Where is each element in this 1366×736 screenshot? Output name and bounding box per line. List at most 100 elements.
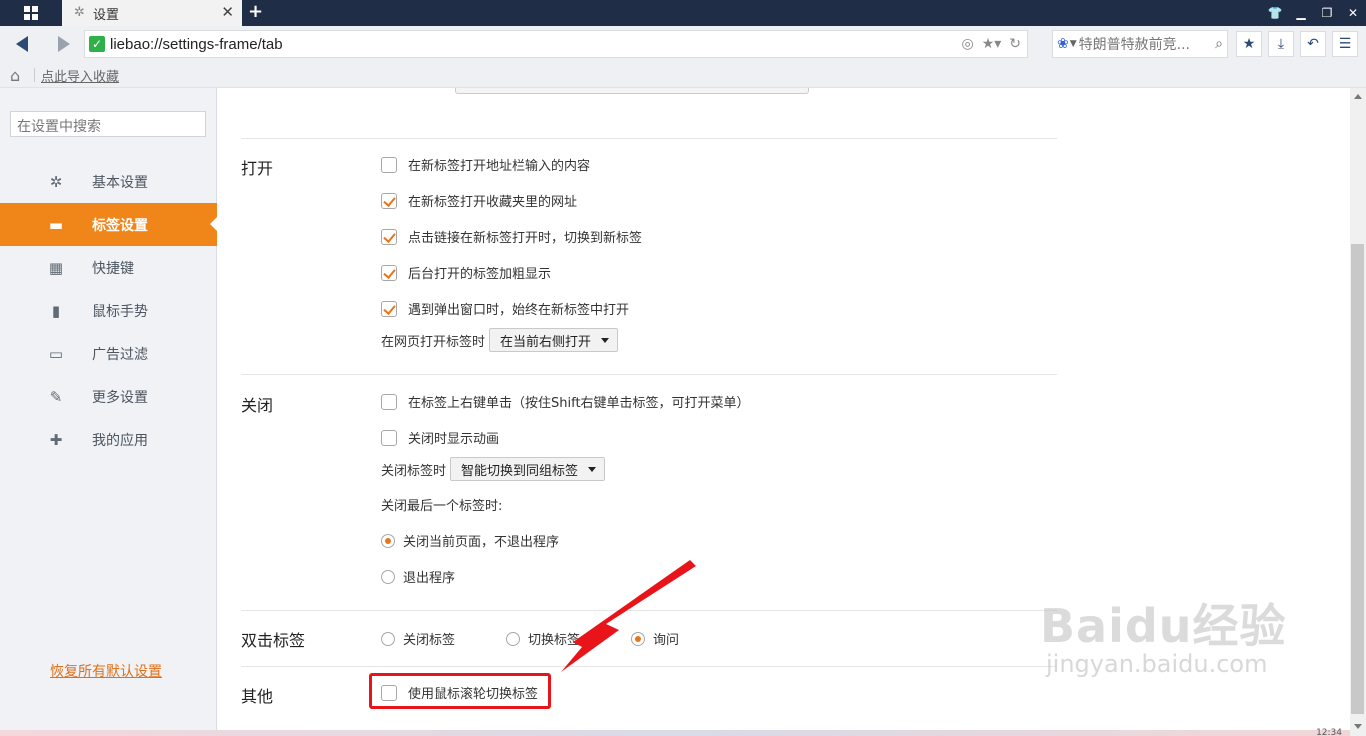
restore-button[interactable]: ❐ — [1314, 6, 1340, 20]
radio-button[interactable] — [381, 631, 395, 646]
scroll-down-arrow[interactable] — [1354, 724, 1362, 729]
sidebar-item-more[interactable]: ✎ 更多设置 — [0, 375, 217, 418]
window-controls: 👕 ▁ ❐ ✕ — [1262, 0, 1366, 26]
option-row[interactable]: 遇到弹出窗口时，始终在新标签中打开 — [381, 299, 629, 318]
close-window-button[interactable]: ✕ — [1340, 6, 1366, 20]
skin-icon[interactable]: 👕 — [1262, 6, 1288, 20]
radio-label: 关闭当前页面，不退出程序 — [403, 535, 560, 550]
checkbox[interactable] — [381, 429, 397, 446]
option-label: 在新标签打开地址栏输入的内容 — [408, 159, 591, 174]
watermark: Baidu经验 jingyan.baidu.com — [1040, 590, 1287, 678]
clock: 12:34 — [1316, 728, 1342, 736]
tab-title: 设置 — [93, 7, 120, 23]
scroll-up-arrow[interactable] — [1354, 94, 1362, 99]
sidebar-item-apps[interactable]: ✚ 我的应用 — [0, 418, 217, 461]
scrollbar[interactable] — [1350, 88, 1366, 736]
option-label: 关闭时显示动画 — [408, 432, 500, 447]
option-label: 点击链接在新标签打开时，切换到新标签 — [408, 231, 643, 246]
checkbox[interactable] — [381, 393, 397, 410]
option-label: 在标签上右键单击（按住Shift右键单击标签，可打开菜单） — [408, 396, 750, 411]
sidebar-item-tabs[interactable]: ▬ 标签设置 — [0, 203, 217, 246]
radio-row[interactable]: 关闭标签 — [381, 629, 455, 648]
star-icon: ★ — [1242, 36, 1256, 52]
select-label: 关闭标签时 — [381, 463, 447, 479]
bookmark-star-button[interactable]: ★ — [1236, 31, 1262, 57]
checkbox[interactable] — [381, 300, 397, 317]
radio-row[interactable]: 询问 — [631, 629, 679, 648]
chevron-down-icon[interactable]: ▼ — [1070, 39, 1077, 49]
sidebar-item-basic[interactable]: ✲ 基本设置 — [0, 160, 217, 203]
select-value: 智能切换到同组标签 — [461, 463, 579, 479]
favorite-star-icon[interactable]: ★▾ — [982, 36, 1002, 52]
app-grid-button[interactable] — [0, 0, 62, 26]
divider — [241, 138, 1057, 139]
radio-button[interactable] — [381, 569, 395, 584]
title-bar: ✲ 设置 ✕ + 👕 ▁ ❐ ✕ — [0, 0, 1366, 26]
undo-close-button[interactable]: ↶ — [1300, 31, 1326, 57]
import-bookmarks-link[interactable]: 点此导入收藏 — [41, 66, 119, 85]
checkbox[interactable] — [381, 264, 397, 281]
last-tab-label: 关闭最后一个标签时: — [381, 499, 503, 514]
select-label: 在网页打开标签时 — [381, 334, 486, 350]
minimize-button[interactable]: ▁ — [1288, 6, 1314, 20]
annotation-highlight-box — [369, 673, 551, 709]
section-title-dblclick: 双击标签 — [241, 631, 306, 650]
sidebar-item-label: 更多设置 — [92, 389, 148, 406]
checkbox[interactable] — [381, 192, 397, 209]
keyboard-icon: ▦ — [48, 258, 64, 277]
section-title-open: 打开 — [241, 159, 274, 178]
radio-button[interactable] — [631, 631, 645, 646]
close-behavior-select[interactable]: 智能切换到同组标签 — [450, 457, 606, 481]
radio-label: 询问 — [653, 633, 680, 648]
compat-mode-icon[interactable]: ◎ — [961, 36, 973, 52]
open-position-select[interactable]: 在当前右侧打开 — [489, 328, 619, 352]
partial-control — [455, 88, 809, 94]
close-tab-button[interactable]: ✕ — [221, 4, 234, 20]
option-row[interactable]: 在新标签打开收藏夹里的网址 — [381, 191, 577, 210]
menu-icon: ☰ — [1338, 36, 1352, 52]
option-row[interactable]: 在新标签打开地址栏输入的内容 — [381, 155, 590, 174]
radio-label: 退出程序 — [403, 571, 456, 586]
option-label: 遇到弹出窗口时，始终在新标签中打开 — [408, 303, 630, 318]
radio-row[interactable]: 退出程序 — [381, 567, 455, 586]
divider — [241, 610, 1057, 611]
baidu-paw-icon[interactable]: ❀ — [1057, 36, 1069, 52]
checkbox[interactable] — [381, 156, 397, 173]
option-row[interactable]: 在标签上右键单击（按住Shift右键单击标签，可打开菜单） — [381, 392, 750, 411]
url-text[interactable]: liebao://settings-frame/tab — [110, 36, 283, 53]
back-button[interactable] — [16, 36, 28, 52]
option-label: 后台打开的标签加粗显示 — [408, 267, 552, 282]
menu-button[interactable]: ☰ — [1332, 31, 1358, 57]
address-bar[interactable]: ✓ liebao://settings-frame/tab ◎ ★▾ ↻ — [84, 30, 1028, 58]
radio-button[interactable] — [506, 631, 520, 646]
tab-settings[interactable]: ✲ 设置 ✕ — [62, 0, 242, 26]
grid-icon — [24, 6, 38, 20]
radio-row[interactable]: 关闭当前页面，不退出程序 — [381, 531, 559, 550]
option-row[interactable]: 后台打开的标签加粗显示 — [381, 263, 551, 282]
option-row[interactable]: 点击链接在新标签打开时，切换到新标签 — [381, 227, 642, 246]
sidebar-item-label: 快捷键 — [92, 260, 134, 277]
sidebar-item-adblock[interactable]: ▭ 广告过滤 — [0, 332, 217, 375]
option-row[interactable]: 关闭时显示动画 — [381, 428, 499, 447]
radio-button[interactable] — [381, 533, 395, 548]
home-icon[interactable]: ⌂ — [10, 66, 20, 85]
settings-search-input[interactable]: 在设置中搜索 — [10, 111, 206, 137]
sidebar-item-label: 鼠标手势 — [92, 303, 148, 320]
download-icon: ⤓ — [1277, 36, 1285, 52]
search-input[interactable]: 特朗普特赦前竞... — [1079, 34, 1199, 54]
refresh-icon[interactable]: ↻ — [1009, 36, 1021, 52]
navigation-bar: ✓ liebao://settings-frame/tab ◎ ★▾ ↻ ❀ ▼… — [0, 26, 1366, 62]
search-box[interactable]: ❀ ▼ 特朗普特赦前竞... ⌕ — [1052, 30, 1228, 58]
forward-button[interactable] — [58, 36, 70, 52]
checkbox[interactable] — [381, 228, 397, 245]
sidebar-item-mouse-gestures[interactable]: ▮ 鼠标手势 — [0, 289, 217, 332]
new-tab-button[interactable]: + — [248, 2, 263, 22]
settings-sidebar: 在设置中搜索 ✲ 基本设置 ▬ 标签设置 ▦ 快捷键 ▮ 鼠标手势 ▭ 广告过滤… — [0, 88, 217, 736]
taskbar-strip — [0, 730, 1350, 736]
restore-defaults-link[interactable]: 恢复所有默认设置 — [50, 661, 162, 681]
sidebar-item-shortcuts[interactable]: ▦ 快捷键 — [0, 246, 217, 289]
search-icon[interactable]: ⌕ — [1215, 36, 1223, 52]
download-button[interactable]: ⤓ — [1268, 31, 1294, 57]
radio-row[interactable]: 切换标签 — [506, 629, 580, 648]
scroll-thumb[interactable] — [1351, 244, 1364, 714]
